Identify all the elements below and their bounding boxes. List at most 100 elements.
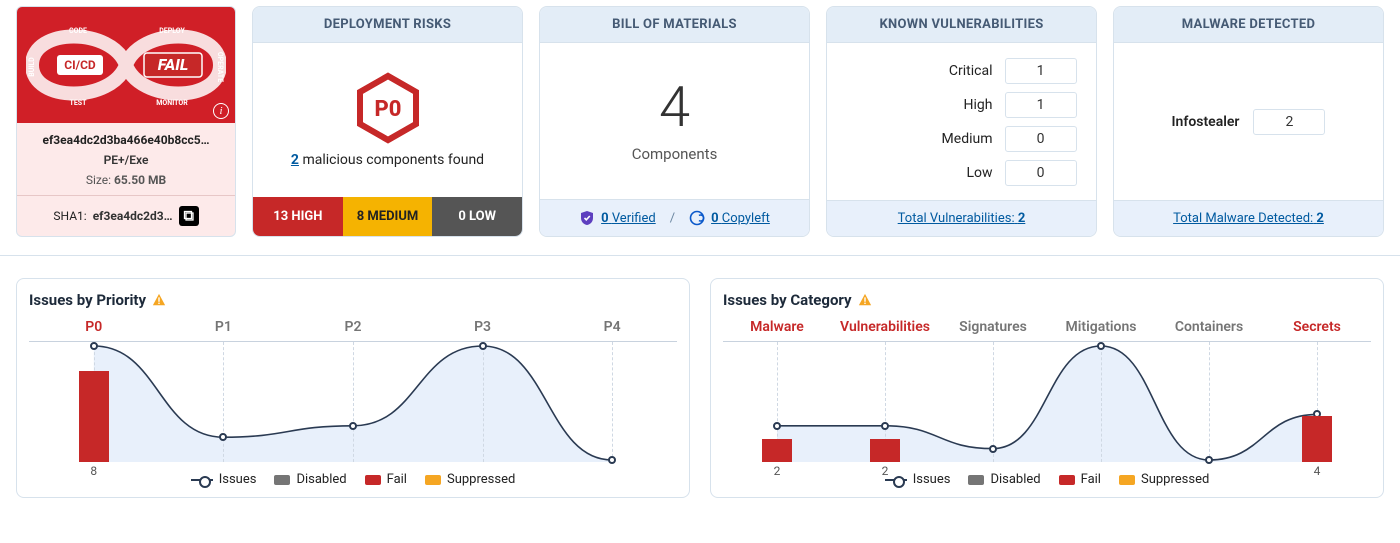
- chart-category[interactable]: P2: [288, 319, 418, 341]
- file-size: Size: 65.50 MB: [25, 173, 227, 187]
- vuln-value[interactable]: 0: [1005, 160, 1077, 186]
- fail-bar-label: 8: [79, 464, 109, 478]
- fail-bar[interactable]: [79, 371, 109, 462]
- vuln-value[interactable]: 0: [1005, 126, 1077, 152]
- copyleft-link[interactable]: 0 Copyleft: [689, 210, 770, 226]
- data-point[interactable]: [479, 342, 487, 350]
- chart-area[interactable]: 224: [723, 342, 1371, 462]
- vuln-label: Low: [847, 165, 993, 181]
- risk-high-chip[interactable]: 13 HIGH: [253, 197, 343, 236]
- malware-card: MALWARE DETECTED Infostealer 2 Total Mal…: [1113, 6, 1384, 237]
- svg-text:CODE: CODE: [69, 27, 87, 35]
- chart-category[interactable]: P1: [159, 319, 289, 341]
- svg-text:BUILD: BUILD: [28, 57, 36, 77]
- card-footer: Total Malware Detected: 2: [1114, 200, 1383, 236]
- malware-value[interactable]: 2: [1253, 109, 1325, 135]
- chart-category[interactable]: Vulnerabilities: [831, 319, 939, 341]
- legend-suppressed: Suppressed: [1119, 472, 1209, 487]
- devops-loop-icon: CI/CD FAIL CODE DEPLOY OPERATE MONITOR T…: [26, 17, 226, 113]
- vuln-label: High: [847, 97, 993, 113]
- vuln-label: Critical: [847, 63, 993, 79]
- chart-category[interactable]: Signatures: [939, 319, 1047, 341]
- data-point[interactable]: [219, 433, 227, 441]
- chart-category[interactable]: Malware: [723, 319, 831, 341]
- fail-bar[interactable]: [870, 439, 900, 462]
- chart-category[interactable]: Containers: [1155, 319, 1263, 341]
- fail-bar-label: 4: [1302, 464, 1332, 478]
- fail-bar[interactable]: [1302, 416, 1332, 462]
- malicious-components-text: 2 malicious components found: [291, 152, 484, 168]
- charts-row: Issues by Priority P0P1P2P3P4 8 Issues D…: [0, 256, 1400, 508]
- data-point[interactable]: [90, 342, 98, 350]
- verified-link[interactable]: 0 Verified: [579, 210, 656, 226]
- data-point[interactable]: [773, 422, 781, 430]
- total-malware-link[interactable]: Total Malware Detected: 2: [1173, 211, 1324, 226]
- card-body: 4 Components: [540, 43, 809, 199]
- vulnerabilities-card: KNOWN VULNERABILITIES Critical 1 High 1 Me…: [826, 6, 1097, 237]
- total-vulnerabilities-link[interactable]: Total Vulnerabilities: 2: [898, 211, 1026, 226]
- issues-by-category-panel: Issues by Category MalwareVulnerabilitie…: [710, 278, 1384, 498]
- chart-category[interactable]: P0: [29, 319, 159, 341]
- issues-by-priority-panel: Issues by Priority P0P1P2P3P4 8 Issues D…: [16, 278, 690, 498]
- copyleft-icon: [689, 210, 705, 226]
- vuln-value[interactable]: 1: [1005, 58, 1077, 84]
- bom-label: Components: [632, 145, 718, 163]
- file-hash-row: SHA1: ef3ea4dc2d3…: [17, 195, 235, 236]
- fail-bar-label: 2: [762, 464, 792, 478]
- risk-low-chip[interactable]: 0 LOW: [432, 197, 522, 236]
- bom-count: 4: [659, 79, 690, 135]
- card-body: Critical 1High 1Medium 0Low 0: [827, 43, 1096, 200]
- vuln-value[interactable]: 1: [1005, 92, 1077, 118]
- vuln-row: Critical 1: [847, 58, 1077, 84]
- legend-disabled: Disabled: [968, 472, 1040, 487]
- legend-suppressed: Suppressed: [425, 472, 515, 487]
- card-title: DEPLOYMENT RISKS: [253, 7, 522, 43]
- bom-card: BILL OF MATERIALS 4 Components 0 Verifie…: [539, 6, 810, 237]
- card-title: MALWARE DETECTED: [1114, 7, 1383, 43]
- info-icon[interactable]: i: [213, 103, 229, 119]
- chart-legend: Issues Disabled Fail Suppressed: [29, 462, 677, 491]
- file-metadata: ef3ea4dc2d3ba466e40b8cc5… PE+/Exe Size: …: [17, 123, 235, 195]
- chart-title: Issues by Priority: [29, 291, 677, 309]
- malicious-count-link[interactable]: 2: [291, 152, 299, 168]
- malware-label: Infostealer: [1172, 114, 1240, 130]
- svg-text:OPERATE: OPERATE: [216, 52, 224, 82]
- card-title: BILL OF MATERIALS: [540, 7, 809, 43]
- warning-icon: [152, 293, 166, 307]
- shield-check-icon: [579, 210, 595, 226]
- fail-bar[interactable]: [762, 439, 792, 462]
- data-point[interactable]: [1205, 456, 1213, 464]
- risk-medium-chip[interactable]: 8 MEDIUM: [343, 197, 433, 236]
- svg-text:FAIL: FAIL: [158, 55, 189, 74]
- card-footer: Total Vulnerabilities: 2: [827, 200, 1096, 236]
- p0-badge-icon: P0: [352, 72, 424, 144]
- warning-icon: [858, 293, 872, 307]
- chart-area[interactable]: 8: [29, 342, 677, 462]
- summary-cards-row: CI/CD FAIL CODE DEPLOY OPERATE MONITOR T…: [0, 0, 1400, 256]
- chart-category[interactable]: Mitigations: [1047, 319, 1155, 341]
- vuln-row: Low 0: [847, 160, 1077, 186]
- chart-category[interactable]: P4: [547, 319, 677, 341]
- chart-title: Issues by Category: [723, 291, 1371, 309]
- chart-legend: Issues Disabled Fail Suppressed: [723, 462, 1371, 491]
- vuln-label: Medium: [847, 131, 993, 147]
- malware-row: Infostealer 2: [1172, 109, 1326, 135]
- hash-value: ef3ea4dc2d3…: [93, 209, 173, 223]
- data-point[interactable]: [1097, 342, 1105, 350]
- data-point[interactable]: [881, 422, 889, 430]
- chart-category[interactable]: P3: [418, 319, 548, 341]
- data-point[interactable]: [989, 445, 997, 453]
- file-name: ef3ea4dc2d3ba466e40b8cc5…: [25, 133, 227, 147]
- legend-fail: Fail: [365, 472, 407, 487]
- chart-category[interactable]: Secrets: [1263, 319, 1371, 341]
- data-point[interactable]: [349, 422, 357, 430]
- svg-text:TEST: TEST: [70, 99, 88, 107]
- file-summary-card: CI/CD FAIL CODE DEPLOY OPERATE MONITOR T…: [16, 6, 236, 237]
- card-title: KNOWN VULNERABILITIES: [827, 7, 1096, 43]
- legend-issues: Issues: [191, 472, 257, 487]
- file-type: PE+/Exe: [25, 153, 227, 167]
- hash-label: SHA1:: [53, 209, 86, 223]
- data-point[interactable]: [608, 456, 616, 464]
- copy-icon[interactable]: [179, 206, 199, 226]
- legend-disabled: Disabled: [274, 472, 346, 487]
